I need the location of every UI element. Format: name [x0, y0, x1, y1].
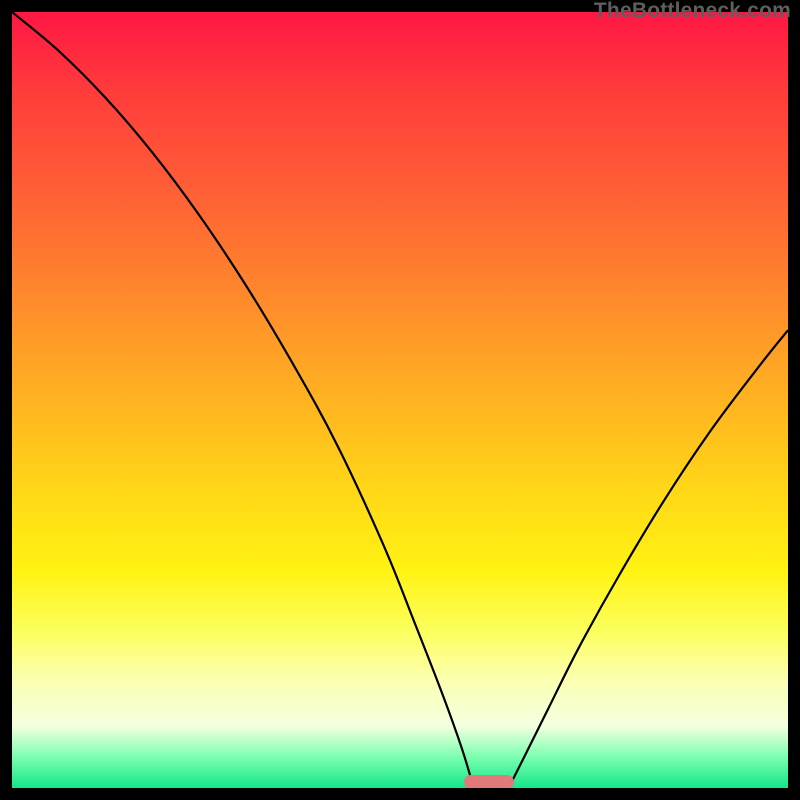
chart-frame: TheBottleneck.com	[0, 0, 800, 800]
optimal-marker	[464, 775, 514, 788]
plot-area	[12, 12, 788, 788]
bottleneck-curve	[12, 12, 788, 788]
